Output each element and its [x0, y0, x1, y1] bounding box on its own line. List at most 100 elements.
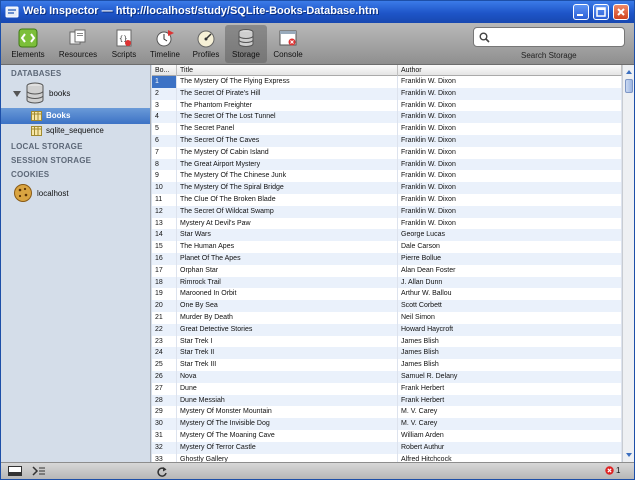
table-row[interactable]: 18 Rimrock Trail J. Allan Dunn: [152, 276, 622, 289]
cell-author[interactable]: Dale Carson: [398, 241, 622, 253]
cell-author[interactable]: Robert Authur: [398, 441, 622, 454]
cell-book-id[interactable]: 29: [152, 406, 177, 419]
cell-author[interactable]: Franklin W. Dixon: [398, 146, 622, 159]
table-row[interactable]: 17 Orphan Star Alan Dean Foster: [152, 264, 622, 277]
cell-title[interactable]: One By Sea: [177, 300, 398, 312]
cell-book-id[interactable]: 16: [152, 253, 177, 265]
tab-console[interactable]: Console: [267, 25, 309, 63]
scroll-down-icon[interactable]: [624, 450, 634, 460]
cell-book-id[interactable]: 8: [152, 158, 177, 171]
cell-book-id[interactable]: 6: [152, 135, 177, 147]
cell-author[interactable]: George Lucas: [398, 229, 622, 242]
cell-title[interactable]: Marooned In Orbit: [177, 288, 398, 301]
cell-book-id[interactable]: 5: [152, 123, 177, 135]
cell-book-id[interactable]: 22: [152, 323, 177, 336]
table-row[interactable]: 15 The Human Apes Dale Carson: [152, 241, 622, 253]
tab-profiles[interactable]: Profiles: [185, 25, 227, 63]
table-row[interactable]: 10 The Mystery Of The Spiral Bridge Frankl…: [152, 182, 622, 194]
cell-title[interactable]: Mystery Of The Invisible Dog: [177, 418, 398, 430]
sidebar-item-database-books[interactable]: books: [1, 80, 150, 106]
cell-author[interactable]: Franklin W. Dixon: [398, 87, 622, 100]
cell-book-id[interactable]: 10: [152, 182, 177, 194]
cell-author[interactable]: James Blish: [398, 347, 622, 360]
cell-title[interactable]: The Secret Of The Lost Tunnel: [177, 111, 398, 124]
cell-author[interactable]: Alan Dean Foster: [398, 264, 622, 277]
table-row[interactable]: 1 The Mystery Of The Flying Express Frankl…: [152, 76, 622, 88]
cell-author[interactable]: Scott Corbett: [398, 300, 622, 312]
table-row[interactable]: 11 The Clue Of The Broken Blade Franklin W…: [152, 194, 622, 206]
search-input[interactable]: [494, 30, 622, 44]
cell-title[interactable]: Great Detective Stories: [177, 323, 398, 336]
cell-title[interactable]: Rimrock Trail: [177, 276, 398, 289]
cell-author[interactable]: M. V. Carey: [398, 418, 622, 430]
table-row[interactable]: 13 Mystery At Devil's Paw Franklin W. Dixo…: [152, 217, 622, 230]
close-button[interactable]: [613, 4, 629, 20]
cell-book-id[interactable]: 21: [152, 312, 177, 324]
cell-book-id[interactable]: 15: [152, 241, 177, 253]
cell-title[interactable]: Star Wars: [177, 229, 398, 242]
cell-book-id[interactable]: 26: [152, 371, 177, 383]
tab-timeline[interactable]: Timeline: [144, 25, 186, 63]
cell-title[interactable]: Star Trek I: [177, 335, 398, 348]
scrollbar-thumb[interactable]: [625, 79, 633, 93]
tab-resources[interactable]: Resources: [57, 25, 99, 63]
cell-title[interactable]: The Secret Of Pirate's Hill: [177, 87, 398, 100]
table-row[interactable]: 5 The Secret Panel Franklin W. Dixon: [152, 123, 622, 135]
cell-book-id[interactable]: 33: [152, 453, 177, 462]
table-row[interactable]: 25 Star Trek III James Blish: [152, 359, 622, 371]
cell-book-id[interactable]: 27: [152, 382, 177, 395]
cell-book-id[interactable]: 14: [152, 229, 177, 242]
cell-book-id[interactable]: 4: [152, 111, 177, 124]
cell-author[interactable]: Franklin W. Dixon: [398, 205, 622, 218]
cell-book-id[interactable]: 12: [152, 205, 177, 218]
title-bar[interactable]: Web Inspector — http://localhost/study/S…: [1, 1, 634, 23]
cell-author[interactable]: William Arden: [398, 430, 622, 442]
cell-title[interactable]: The Secret Of Wildcat Swamp: [177, 205, 398, 218]
search-box[interactable]: [473, 27, 625, 47]
cell-title[interactable]: Ghostly Gallery: [177, 453, 398, 462]
cell-title[interactable]: The Mystery Of The Chinese Junk: [177, 170, 398, 183]
refresh-button[interactable]: [152, 464, 174, 478]
cell-title[interactable]: Star Trek II: [177, 347, 398, 360]
cell-title[interactable]: Mystery Of Terror Castle: [177, 441, 398, 454]
cell-book-id[interactable]: 18: [152, 276, 177, 289]
cell-author[interactable]: Franklin W. Dixon: [398, 217, 622, 230]
cell-book-id[interactable]: 3: [152, 99, 177, 112]
cell-title[interactable]: The Mystery Of Cabin Island: [177, 146, 398, 159]
cell-title[interactable]: Planet Of The Apes: [177, 253, 398, 265]
table-row[interactable]: 24 Star Trek II James Blish: [152, 347, 622, 360]
table-row[interactable]: 3 The Phantom Freighter Franklin W. Dixon: [152, 99, 622, 112]
table-row[interactable]: 21 Murder By Death Neil Simon: [152, 312, 622, 324]
cell-author[interactable]: Franklin W. Dixon: [398, 158, 622, 171]
table-row[interactable]: 26 Nova Samuel R. Delany: [152, 371, 622, 383]
table-row[interactable]: 27 Dune Frank Herbert: [152, 382, 622, 395]
error-count[interactable]: 1: [616, 466, 620, 475]
cell-book-id[interactable]: 23: [152, 335, 177, 348]
disclosure-triangle-icon[interactable]: [13, 90, 21, 98]
cell-title[interactable]: Dune Messiah: [177, 394, 398, 407]
cell-title[interactable]: The Secret Panel: [177, 123, 398, 135]
table-row[interactable]: 19 Marooned In Orbit Arthur W. Ballou: [152, 288, 622, 301]
console-toggle-button[interactable]: [28, 464, 50, 478]
cell-title[interactable]: The Secret Of The Caves: [177, 135, 398, 147]
cell-author[interactable]: Alfred Hitchcock: [398, 453, 622, 462]
column-header-author[interactable]: Author: [398, 65, 622, 76]
cell-title[interactable]: Murder By Death: [177, 312, 398, 324]
cell-title[interactable]: Mystery At Devil's Paw: [177, 217, 398, 230]
cell-author[interactable]: Franklin W. Dixon: [398, 170, 622, 183]
cell-book-id[interactable]: 17: [152, 264, 177, 277]
table-row[interactable]: 8 The Great Airport Mystery Franklin W. Di…: [152, 158, 622, 171]
cell-title[interactable]: Mystery Of Monster Mountain: [177, 406, 398, 419]
table-row[interactable]: 30 Mystery Of The Invisible Dog M. V. Care…: [152, 418, 622, 430]
cell-author[interactable]: Franklin W. Dixon: [398, 111, 622, 124]
table-row[interactable]: 22 Great Detective Stories Howard Haycroft: [152, 323, 622, 336]
cell-author[interactable]: Franklin W. Dixon: [398, 99, 622, 112]
cell-author[interactable]: Franklin W. Dixon: [398, 123, 622, 135]
table-row[interactable]: 33 Ghostly Gallery Alfred Hitchcock: [152, 453, 622, 462]
cell-book-id[interactable]: 28: [152, 394, 177, 407]
cell-author[interactable]: Neil Simon: [398, 312, 622, 324]
cell-author[interactable]: James Blish: [398, 359, 622, 371]
table-row[interactable]: 31 Mystery Of The Moaning Cave William Ard…: [152, 430, 622, 442]
minimize-button[interactable]: [573, 4, 589, 20]
sidebar-item-table-books[interactable]: Books: [1, 108, 150, 124]
